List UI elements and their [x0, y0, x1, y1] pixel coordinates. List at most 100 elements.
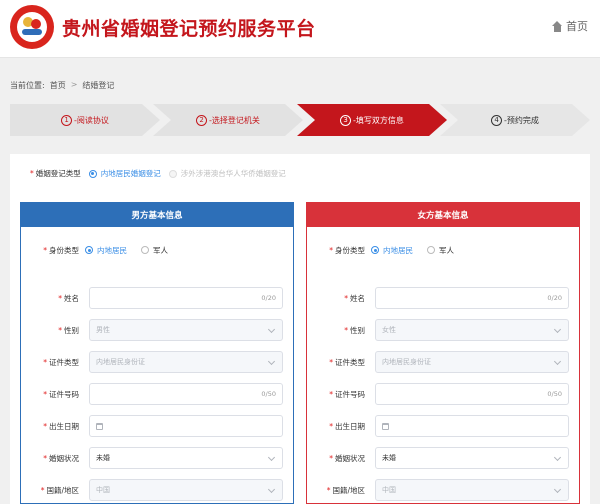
female-id-number-input[interactable]: 0/50: [375, 383, 569, 405]
identity-label: 身份类型: [49, 245, 79, 255]
nation-label: 国籍/地区: [332, 485, 365, 495]
step-label: -阅读协议: [74, 115, 109, 125]
breadcrumb-separator: >: [70, 80, 78, 89]
chevron-down-icon: [553, 453, 562, 462]
radio-female-military[interactable]: [427, 246, 435, 254]
registration-type-row: * 婚姻登记类型 内地居民婚姻登记 涉外涉港澳台华人华侨婚姻登记: [30, 168, 286, 179]
char-count: 0/50: [261, 390, 276, 398]
char-count: 0/50: [547, 390, 562, 398]
male-name-row: * 姓名 0/20: [21, 287, 293, 309]
step-select-office: 2 -选择登记机关: [153, 104, 303, 136]
male-identity-military[interactable]: 军人: [153, 245, 168, 256]
step-label: -选择登记机关: [209, 115, 260, 125]
id-number-label: 证件号码: [49, 389, 79, 399]
female-birth-date-picker[interactable]: [375, 415, 569, 437]
home-link[interactable]: 首页: [552, 18, 588, 34]
female-id-type-select: 内地居民身份证: [375, 351, 569, 373]
birth-label: 出生日期: [335, 421, 365, 431]
male-birth-row: * 出生日期: [21, 415, 293, 437]
female-identity-mainland[interactable]: 内地居民: [383, 245, 413, 256]
male-name-input[interactable]: 0/20: [89, 287, 283, 309]
female-marital-row: * 婚姻状况 未婚: [307, 447, 579, 469]
male-id-number-input[interactable]: 0/50: [89, 383, 283, 405]
chevron-down-icon: [553, 357, 562, 366]
chevron-down-icon: [553, 485, 562, 494]
male-nation-select: 中国: [89, 479, 283, 501]
identity-label: 身份类型: [335, 245, 365, 255]
female-panel-title: 女方基本信息: [307, 203, 579, 227]
gender-label: 性别: [350, 325, 365, 335]
site-title: 贵州省婚姻登记预约服务平台: [62, 18, 316, 40]
female-nation-row: * 国籍/地区 中国: [307, 479, 579, 501]
radio-female-mainland[interactable]: [371, 246, 379, 254]
female-info-panel: 女方基本信息 *身份类型 内地居民 军人 *姓名 0/20 *性别 女性: [306, 202, 580, 504]
step-label: -预约完成: [504, 115, 539, 125]
male-marital-row: * 婚姻状况 未婚: [21, 447, 293, 469]
chevron-down-icon: [553, 325, 562, 334]
female-id-type-row: * 证件类型 内地居民身份证: [307, 351, 579, 373]
calendar-icon: [96, 422, 103, 430]
female-gender-row: * 性别 女性: [307, 319, 579, 341]
site-header: 贵州省婚姻登记预约服务平台 首页: [0, 0, 600, 58]
female-nation-select: 中国: [375, 479, 569, 501]
female-identity-row: * 身份类型 内地居民 军人: [329, 245, 454, 256]
male-id-type-select: 内地居民身份证: [89, 351, 283, 373]
id-type-label: 证件类型: [335, 357, 365, 367]
option-mainland-registration[interactable]: 内地居民婚姻登记: [101, 168, 161, 179]
step-fill-info: 3 -填写双方信息: [297, 104, 447, 136]
male-gender-row: * 性别 男性: [21, 319, 293, 341]
step-read-agreement: 1 -阅读协议: [10, 104, 160, 136]
id-type-label: 证件类型: [49, 357, 79, 367]
breadcrumb: 当前位置: 首页 > 结婚登记: [10, 80, 114, 91]
step-number: 3: [340, 114, 352, 126]
male-nation-row: * 国籍/地区 中国: [21, 479, 293, 501]
home-icon: [552, 20, 563, 32]
male-gender-select: 男性: [89, 319, 283, 341]
female-marital-select[interactable]: 未婚: [375, 447, 569, 469]
site-logo[interactable]: [10, 5, 54, 49]
male-id-type-row: * 证件类型 内地居民身份证: [21, 351, 293, 373]
option-foreign-registration: 涉外涉港澳台华人华侨婚姻登记: [180, 169, 286, 178]
female-identity-military[interactable]: 军人: [439, 245, 454, 256]
home-label: 首页: [566, 20, 588, 33]
female-id-number-row: * 证件号码 0/50: [307, 383, 579, 405]
male-info-panel: 男方基本信息 *身份类型 内地居民 军人 *姓名 0/20 *性别 男性: [20, 202, 294, 504]
name-label: 姓名: [350, 293, 365, 303]
radio-mainland-registration[interactable]: [88, 169, 97, 178]
step-number: 2: [196, 114, 208, 126]
marital-label: 婚姻状况: [335, 453, 365, 463]
char-count: 0/20: [547, 294, 562, 302]
radio-foreign-registration: [168, 169, 177, 178]
calendar-icon: [382, 422, 389, 430]
male-identity-mainland[interactable]: 内地居民: [97, 245, 127, 256]
male-marital-select[interactable]: 未婚: [89, 447, 283, 469]
chevron-down-icon: [267, 325, 276, 334]
male-birth-date-picker[interactable]: [89, 415, 283, 437]
female-name-input[interactable]: 0/20: [375, 287, 569, 309]
step-label: -填写双方信息: [353, 115, 404, 125]
chevron-down-icon: [267, 485, 276, 494]
step-number: 1: [61, 114, 73, 126]
male-id-number-row: * 证件号码 0/50: [21, 383, 293, 405]
breadcrumb-current: 结婚登记: [82, 81, 115, 90]
nation-label: 国籍/地区: [46, 485, 79, 495]
id-number-label: 证件号码: [335, 389, 365, 399]
progress-steps: 1 -阅读协议 2 -选择登记机关 3 -填写双方信息 4 -预约完成: [10, 104, 590, 136]
name-label: 姓名: [64, 293, 79, 303]
breadcrumb-home[interactable]: 首页: [50, 80, 66, 91]
char-count: 0/20: [261, 294, 276, 302]
female-birth-row: * 出生日期: [307, 415, 579, 437]
radio-male-military[interactable]: [141, 246, 149, 254]
gender-label: 性别: [64, 325, 79, 335]
step-complete: 4 -预约完成: [440, 104, 590, 136]
female-gender-select: 女性: [375, 319, 569, 341]
breadcrumb-prefix: 当前位置:: [10, 81, 45, 90]
form-area: * 婚姻登记类型 内地居民婚姻登记 涉外涉港澳台华人华侨婚姻登记 男方基本信息 …: [10, 154, 590, 504]
chevron-down-icon: [267, 453, 276, 462]
birth-label: 出生日期: [49, 421, 79, 431]
radio-male-mainland[interactable]: [85, 246, 93, 254]
male-identity-row: * 身份类型 内地居民 军人: [43, 245, 168, 256]
male-panel-title: 男方基本信息: [21, 203, 293, 227]
step-number: 4: [491, 114, 503, 126]
chevron-down-icon: [267, 357, 276, 366]
